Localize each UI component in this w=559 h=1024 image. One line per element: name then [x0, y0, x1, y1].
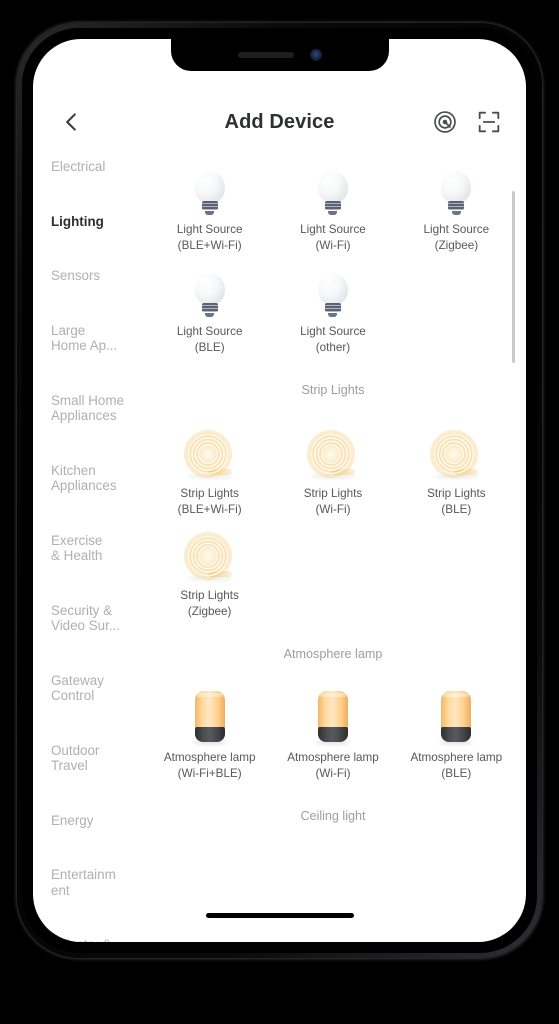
content-area: Electrical Lighting Sensors Large Home Ap...…	[33, 149, 526, 942]
section-heading-strip-lights: Strip Lights	[301, 383, 365, 397]
device-tile[interactable]: Light Source (Wi-Fi)	[271, 151, 394, 253]
device-icon-wrap	[309, 421, 357, 479]
device-protocol: (Zigbee)	[434, 238, 479, 252]
category-sidebar[interactable]: Electrical Lighting Sensors Large Home Ap...…	[33, 149, 140, 942]
sidebar-item-entertainm-ent[interactable]: Entertainm ent	[51, 867, 137, 898]
light-bulb-icon	[317, 171, 348, 215]
sidebar-item-gateway-control[interactable]: Gateway Control	[51, 673, 137, 704]
sidebar-item-energy[interactable]: Energy	[51, 813, 137, 829]
app-header: Add Device	[33, 95, 526, 149]
device-icon-wrap	[194, 259, 225, 317]
device-name: Light Source	[176, 223, 243, 236]
sidebar-item-industry-agriculture[interactable]: Industry &Agriculture	[51, 937, 137, 942]
device-name: Strip Lights	[180, 487, 239, 500]
device-name: Strip Lights	[180, 589, 239, 602]
device-icon-wrap	[439, 685, 474, 745]
phone-bezel: Add Device Electrical Lighting Sensors L…	[22, 28, 537, 953]
device-grid: Light Source (BLE+Wi-Fi) Light Source (Wi-F…	[140, 151, 526, 355]
sidebar-item-electrical[interactable]: Electrical	[51, 159, 137, 175]
back-button[interactable]	[54, 105, 88, 139]
auto-scan-button[interactable]	[432, 109, 458, 135]
device-name: Light Source	[300, 325, 366, 338]
sidebar-item-outdoor-travel[interactable]: Outdoor Travel	[51, 743, 137, 774]
device-protocol: (other)	[315, 340, 351, 354]
strip-light-icon	[309, 433, 357, 479]
device-icon-wrap	[194, 157, 225, 215]
device-protocol: (Wi-Fi)	[315, 502, 351, 516]
chevron-left-icon	[66, 113, 76, 131]
device-icon-wrap	[317, 259, 348, 317]
device-protocol: (BLE+Wi-Fi)	[177, 502, 242, 516]
front-camera-icon	[309, 49, 322, 61]
device-protocol: (BLE)	[194, 340, 225, 354]
device-protocol: (BLE)	[441, 502, 472, 516]
device-name: Atmosphere lamp	[287, 751, 379, 764]
device-protocol: (BLE+Wi-Fi)	[177, 238, 242, 252]
device-protocol: (Zigbee)	[187, 604, 232, 618]
device-grid: Strip Lights (BLE+Wi-Fi) Strip Lights (Wi-F…	[140, 415, 526, 619]
light-bulb-icon	[194, 273, 225, 317]
device-tile[interactable]: Light Source (other)	[271, 253, 394, 355]
device-icon-wrap	[441, 157, 472, 215]
device-icon-wrap	[432, 421, 480, 479]
device-name: Light Source	[176, 325, 243, 338]
qr-scan-button[interactable]	[476, 109, 502, 135]
device-tile[interactable]: Atmosphere lamp (BLE)	[395, 679, 518, 781]
sidebar-item-kitchen-appliances[interactable]: Kitchen Appliances	[51, 463, 137, 494]
speaker-grille	[237, 52, 294, 58]
device-tile[interactable]: Strip Lights (BLE+Wi-Fi)	[148, 415, 271, 517]
auto-scan-icon	[434, 111, 456, 133]
light-bulb-icon	[441, 171, 472, 215]
content-scrollbar[interactable]	[512, 191, 515, 363]
device-sections: Light Source (BLE+Wi-Fi) Light Source (Wi-F…	[140, 151, 526, 841]
home-indicator	[205, 913, 354, 918]
atmosphere-lamp-icon	[439, 691, 474, 745]
device-protocol: (BLE)	[441, 766, 472, 780]
device-name: Atmosphere lamp	[163, 751, 256, 764]
device-protocol: (Wi-Fi)	[315, 238, 351, 252]
sidebar-item-lighting[interactable]: Lighting	[51, 214, 137, 230]
device-tile[interactable]: Light Source (Zigbee)	[395, 151, 518, 253]
atmosphere-lamp-icon	[315, 691, 350, 745]
device-name: Atmosphere lamp	[410, 751, 503, 764]
device-tile[interactable]: Strip Lights (Zigbee)	[148, 517, 271, 619]
device-tile[interactable]: Light Source (BLE)	[148, 253, 271, 355]
device-tile[interactable]: Atmosphere lamp (Wi-Fi)	[271, 679, 394, 781]
header-actions	[432, 109, 502, 135]
device-name: Strip Lights	[303, 487, 363, 500]
section-heading-atmosphere-lamp: Atmosphere lamp	[283, 647, 383, 661]
sidebar-item-security-video-sur[interactable]: Security & Video Sur...	[51, 603, 137, 634]
sidebar-item-sensors[interactable]: Sensors	[51, 268, 137, 284]
device-tile[interactable]: Strip Lights (Wi-Fi)	[271, 415, 394, 517]
section-heading-ceiling-light: Ceiling light	[300, 809, 366, 823]
light-bulb-icon	[194, 171, 225, 215]
device-name: Light Source	[423, 223, 490, 236]
light-bulb-icon	[317, 273, 348, 317]
sidebar-item-large-home-ap[interactable]: Large Home Ap...	[51, 323, 137, 354]
strip-light-icon	[432, 433, 480, 479]
strip-light-icon	[186, 535, 234, 581]
device-list-scroll[interactable]: Light Source (BLE+Wi-Fi) Light Source (Wi-F…	[140, 149, 526, 942]
qr-scan-icon	[478, 111, 500, 133]
phone-screen: Add Device Electrical Lighting Sensors L…	[33, 39, 526, 942]
atmosphere-lamp-icon	[192, 691, 227, 745]
device-tile[interactable]: Strip Lights (BLE)	[395, 415, 518, 517]
device-grid: Atmosphere lamp (Wi-Fi+BLE) Atmosphere lam…	[140, 679, 526, 781]
device-protocol: (Wi-Fi)	[315, 766, 351, 780]
iphone-notch	[170, 39, 389, 71]
device-name: Strip Lights	[427, 487, 486, 500]
sidebar-item-exercise-health[interactable]: Exercise & Health	[51, 533, 137, 564]
device-tile[interactable]: Atmosphere lamp (Wi-Fi+BLE)	[148, 679, 271, 781]
device-icon-wrap	[186, 523, 234, 581]
device-tile[interactable]: Light Source (BLE+Wi-Fi)	[148, 151, 271, 253]
phone-frame: Add Device Electrical Lighting Sensors L…	[17, 23, 542, 958]
device-protocol: (Wi-Fi+BLE)	[177, 766, 242, 780]
device-icon-wrap	[315, 685, 350, 745]
device-name: Light Source	[300, 223, 366, 236]
strip-light-icon	[186, 433, 234, 479]
device-icon-wrap	[317, 157, 348, 215]
sidebar-item-small-home-appliances[interactable]: Small Home Appliances	[51, 393, 137, 424]
device-icon-wrap	[192, 685, 227, 745]
device-icon-wrap	[186, 421, 234, 479]
